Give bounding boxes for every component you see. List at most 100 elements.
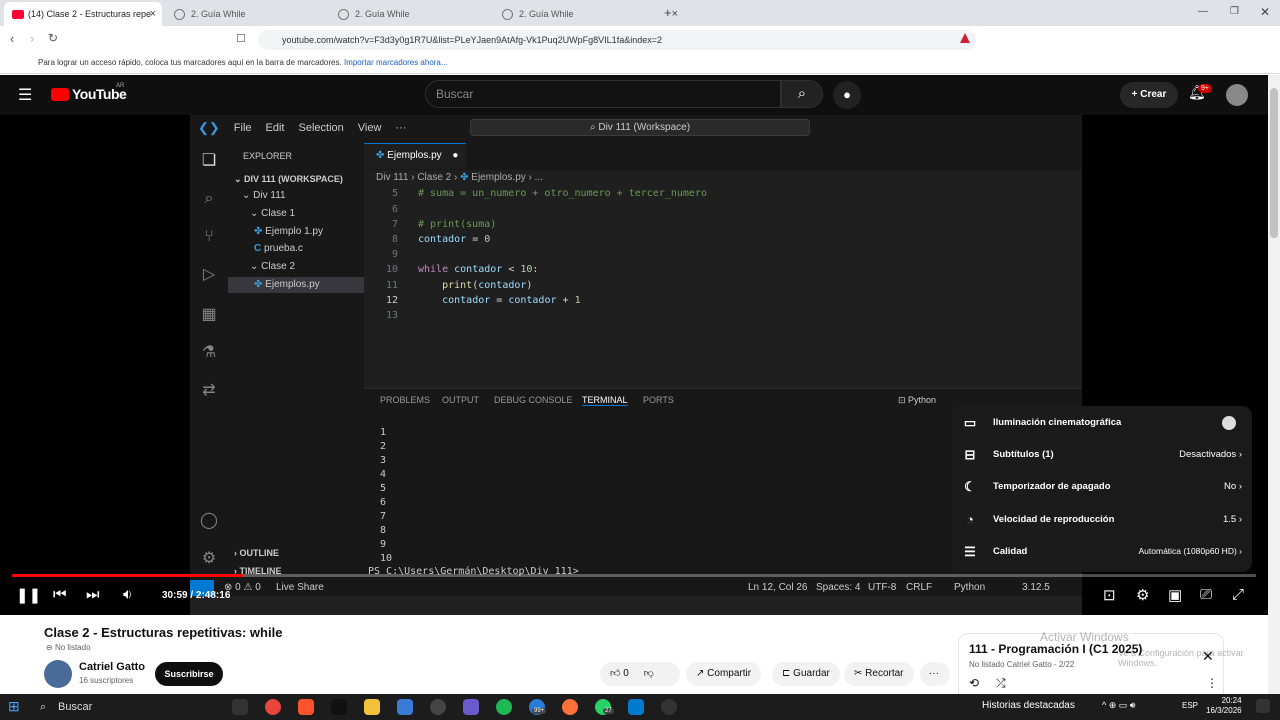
- menu-icon[interactable]: ☰: [18, 85, 32, 105]
- spotify-icon[interactable]: [496, 699, 512, 715]
- microphone-icon: ●: [843, 87, 851, 102]
- channel-name[interactable]: Catriel Gatto: [79, 661, 145, 673]
- setting-value-text: Desactivados: [1179, 449, 1237, 460]
- miniplayer-icon[interactable]: ▣: [1168, 586, 1182, 604]
- breadcrumb-item: Div 111: [376, 172, 409, 183]
- scrollbar-thumb[interactable]: [1270, 88, 1278, 238]
- ambient-toggle[interactable]: [1222, 416, 1236, 430]
- like-dislike-group: 👍︎ 0 👎︎: [600, 662, 680, 686]
- bookmark-icon[interactable]: ☐: [236, 32, 246, 45]
- next-icon[interactable]: ⏭: [86, 586, 100, 603]
- playlist-title[interactable]: 111 - Programación I (C1 2025): [969, 642, 1142, 656]
- setting-playback-speed[interactable]: ◔ Velocidad de reproducción 1.5 ›: [952, 504, 1252, 536]
- like-button[interactable]: 👍︎ 0: [610, 668, 629, 679]
- fullscreen-icon[interactable]: ⤢: [1232, 586, 1244, 603]
- import-bookmarks-link[interactable]: Importar marcadores ahora...: [344, 58, 448, 67]
- taskbar-search-label: Buscar: [58, 701, 93, 713]
- close-window-icon[interactable]: ✕: [1260, 5, 1270, 19]
- vscode-icon[interactable]: [628, 699, 644, 715]
- captions-icon: ⊟: [964, 447, 976, 462]
- minimize-icon[interactable]: —: [1198, 6, 1208, 17]
- breadcrumb-item: ...: [534, 172, 543, 183]
- system-tray-icons[interactable]: ^ ⊕ ▭ 🔊︎: [1102, 700, 1135, 711]
- settings-gear-icon[interactable]: ⚙: [1136, 586, 1149, 604]
- playlist-more-icon[interactable]: ⋮: [1206, 676, 1218, 690]
- video-title: Clase 2 - Estructuras repetitivas: while: [44, 625, 283, 640]
- terminal-line: 10: [380, 553, 393, 564]
- terminal-line: 7: [380, 511, 387, 522]
- scissors-icon: ✂: [854, 668, 863, 679]
- unsaved-dot-icon: ●: [452, 150, 459, 161]
- terminal-line: 9: [380, 539, 387, 550]
- pause-icon[interactable]: ❚❚: [16, 586, 41, 604]
- subscriber-count: 16 suscriptores: [79, 676, 134, 685]
- terminal-line: 4: [380, 469, 387, 480]
- search-input[interactable]: Buscar: [425, 80, 781, 108]
- volume-icon[interactable]: 🔉︎: [123, 586, 132, 603]
- extensions-icon: ▦: [201, 306, 217, 323]
- notification-center-icon[interactable]: [1256, 699, 1270, 713]
- clip-button[interactable]: ✂ Recortar: [844, 662, 914, 686]
- tab-youtube[interactable]: (14) Clase 2 - Estructuras repe ×: [4, 2, 162, 26]
- dislike-button[interactable]: 👎︎: [644, 668, 654, 679]
- status-version: 3.12.5: [1022, 582, 1050, 593]
- tab-guia-1[interactable]: 2. Guía While: [166, 2, 328, 26]
- cast-icon[interactable]: ⎚: [1200, 586, 1212, 603]
- previous-icon[interactable]: ⏮: [53, 586, 67, 603]
- reload-icon[interactable]: ↻: [48, 31, 58, 45]
- tab-guia-2[interactable]: 2. Guía While: [330, 2, 492, 26]
- setting-label: Iluminación cinematográfica: [993, 417, 1122, 428]
- forward-icon[interactable]: ›: [30, 31, 34, 46]
- news-widget[interactable]: Historias destacadas: [982, 700, 1075, 711]
- loop-icon[interactable]: ⟲: [969, 676, 979, 690]
- like-count: 0: [623, 668, 629, 679]
- taskbar-clock[interactable]: 20:24 16/3/2026: [1206, 696, 1242, 716]
- code-line-12: contador = contador + 1: [442, 295, 581, 306]
- settings-gear-icon: ⚙: [201, 550, 217, 567]
- status-eol: CRLF: [906, 582, 933, 593]
- url-field[interactable]: youtube.com/watch?v=F3d3y0g1R7U&list=PLe…: [258, 30, 976, 50]
- tab-guia-3[interactable]: 2. Guía While ×: [494, 2, 684, 26]
- calendar-icon[interactable]: [397, 699, 413, 715]
- setting-value: No ›: [1224, 481, 1242, 492]
- chrome-icon[interactable]: [265, 699, 281, 715]
- brave-icon[interactable]: [298, 699, 314, 715]
- create-button[interactable]: + Crear: [1120, 82, 1178, 108]
- openai-icon[interactable]: [430, 699, 446, 715]
- search-button[interactable]: ⌕: [781, 80, 823, 108]
- tree-item-clase1: ⌄ Clase 1: [250, 208, 296, 219]
- app-icon[interactable]: [661, 699, 677, 715]
- share-button[interactable]: ↗ Compartir: [686, 662, 762, 686]
- voice-search-button[interactable]: ●: [833, 81, 861, 109]
- windows-start-icon[interactable]: ⊞: [8, 698, 20, 715]
- gemini-icon[interactable]: [463, 699, 479, 715]
- setting-ambient-mode[interactable]: ▭ Iluminación cinematográfica: [952, 407, 1252, 439]
- channel-avatar[interactable]: [44, 660, 72, 688]
- task-view-icon[interactable]: [232, 699, 248, 715]
- new-tab-icon[interactable]: +: [664, 5, 672, 20]
- account-avatar[interactable]: [1226, 84, 1248, 106]
- tiktok-icon[interactable]: [331, 699, 347, 715]
- setting-quality[interactable]: ☰ Calidad Automática (1080p60 HD) ›: [952, 536, 1252, 568]
- close-tab-icon[interactable]: ×: [150, 8, 156, 20]
- tree-item-ejemplos: ✤ Ejemplos.py: [228, 277, 364, 293]
- restore-icon[interactable]: ❐: [1230, 6, 1239, 17]
- subscribe-button[interactable]: Suscribirse: [155, 662, 223, 686]
- language-indicator[interactable]: ESP: [1182, 701, 1198, 710]
- shuffle-icon[interactable]: ⤮: [996, 676, 1006, 691]
- close-tab-icon[interactable]: ×: [672, 8, 678, 20]
- back-icon[interactable]: ‹: [10, 31, 14, 46]
- code-line-5: # suma = un_numero + otro_numero + terce…: [418, 188, 707, 199]
- more-actions-button[interactable]: ···: [920, 662, 950, 686]
- setting-sleep-timer[interactable]: ☾ Temporizador de apagado No ›: [952, 471, 1252, 503]
- youtube-favicon-icon: [12, 9, 24, 19]
- youtube-logo-icon[interactable]: [51, 88, 69, 101]
- firefox-icon[interactable]: [562, 699, 578, 715]
- setting-value-text: No: [1224, 481, 1237, 492]
- code-line-8: contador = 0: [418, 234, 491, 245]
- setting-subtitles[interactable]: ⊟ Subtítulos (1) Desactivados ›: [952, 439, 1252, 471]
- save-button[interactable]: ⊏ Guardar: [772, 662, 840, 686]
- taskbar-search[interactable]: ⌕ Buscar: [34, 697, 214, 717]
- subtitles-icon[interactable]: ⊡: [1103, 586, 1116, 604]
- file-explorer-icon[interactable]: [364, 699, 380, 715]
